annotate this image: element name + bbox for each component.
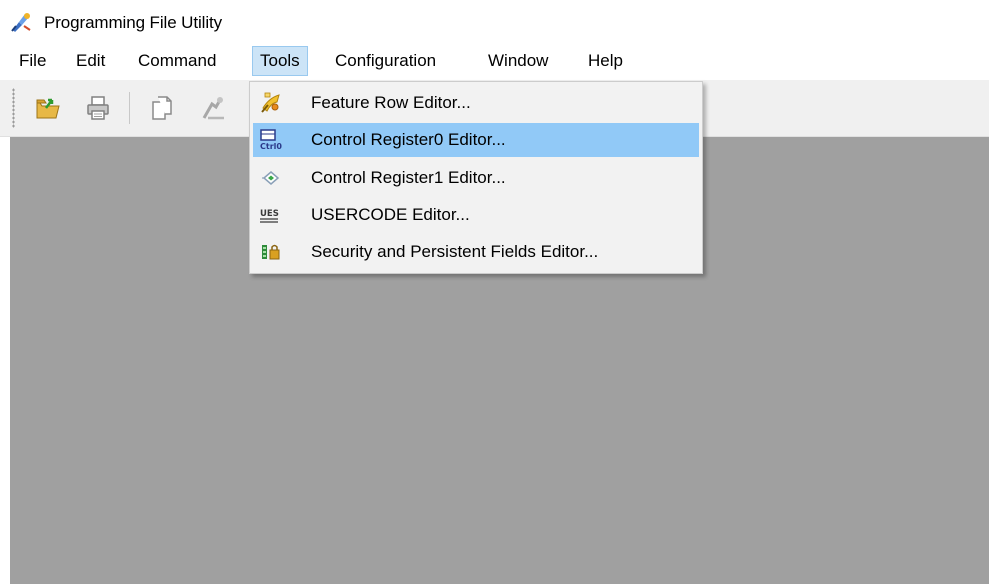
usercode-icon: UES — [260, 209, 279, 223]
ctrl0-register-icon: Ctrl0 — [260, 129, 282, 151]
menu-item-feature-row-editor[interactable]: Feature Row Editor... — [253, 86, 699, 120]
menu-item-label: Control Register1 Editor... — [311, 168, 506, 187]
menu-item-label: USERCODE Editor... — [311, 205, 470, 224]
window-title: Programming File Utility — [44, 13, 223, 32]
title-bar: Programming File Utility — [0, 0, 989, 42]
menu-item-label: Control Register0 Editor... — [311, 130, 506, 149]
print-icon[interactable] — [84, 94, 112, 122]
app-icon — [11, 13, 31, 32]
menu-command[interactable]: Command — [131, 46, 223, 76]
menu-item-label: Security and Persistent Fields Editor... — [311, 242, 599, 261]
menu-item-label: Feature Row Editor... — [311, 93, 471, 112]
svg-text:Ctrl0: Ctrl0 — [260, 142, 282, 151]
tools-dropdown-menu: Feature Row Editor... Ctrl0 Control Regi… — [249, 81, 703, 274]
menu-item-security-persistent-fields-editor[interactable]: Security and Persistent Fields Editor... — [253, 235, 699, 269]
security-fields-icon — [262, 244, 280, 260]
toolbar-grip[interactable] — [12, 88, 15, 128]
menu-bar: File Edit Command Tools Configuration Wi… — [0, 42, 989, 80]
menu-item-usercode-editor[interactable]: UES USERCODE Editor... — [253, 198, 699, 232]
program-icon[interactable] — [200, 94, 228, 122]
menu-window[interactable]: Window — [481, 46, 555, 76]
menu-item-control-register1-editor[interactable]: Control Register1 Editor... — [253, 161, 699, 195]
menu-edit[interactable]: Edit — [69, 46, 112, 76]
menu-tools[interactable]: Tools — [252, 46, 308, 76]
menu-item-control-register0-editor[interactable]: Ctrl0 Control Register0 Editor... — [253, 123, 699, 157]
menu-configuration[interactable]: Configuration — [328, 46, 443, 76]
svg-text:UES: UES — [260, 209, 279, 219]
menu-help[interactable]: Help — [581, 46, 630, 76]
toolbar-separator — [129, 92, 130, 124]
open-folder-icon[interactable] — [34, 94, 62, 122]
feature-row-icon — [261, 92, 280, 113]
ctrl1-register-icon — [262, 171, 280, 185]
copy-icon[interactable] — [148, 94, 176, 122]
menu-file[interactable]: File — [12, 46, 53, 76]
